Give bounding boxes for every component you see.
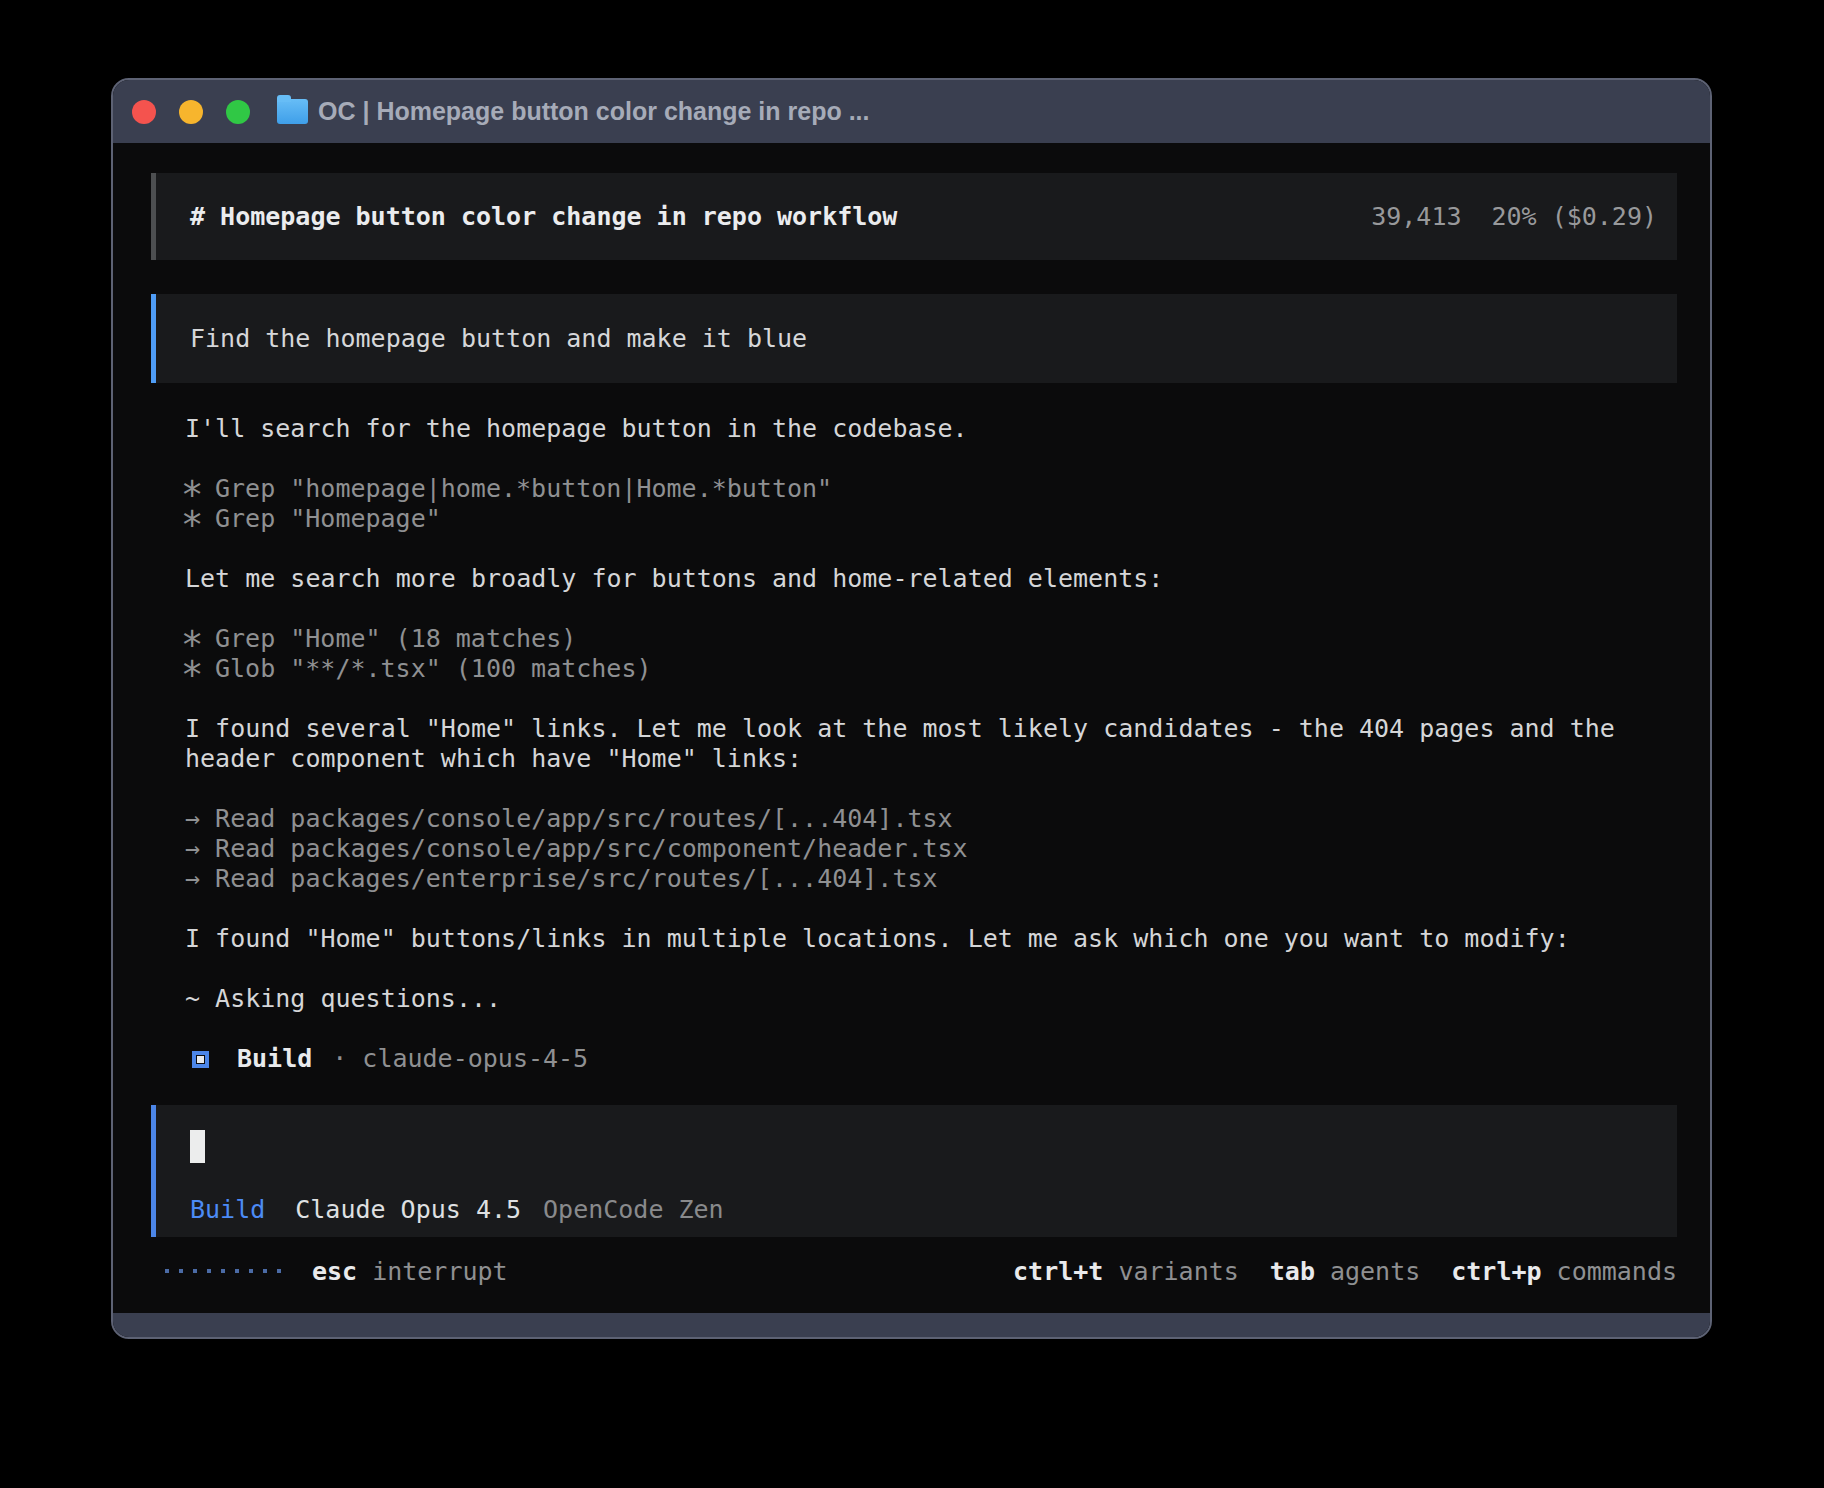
tool-call-grep: ∗Grep "Homepage" <box>185 504 1710 534</box>
assistant-text: I found "Home" buttons/links in multiple… <box>185 924 1710 954</box>
tool-call-glob: ∗Glob "**/*.tsx" (100 matches) <box>185 654 1710 684</box>
assistant-text: I found several "Home" links. Let me loo… <box>185 714 1710 744</box>
token-count: 39,413 <box>1371 202 1461 231</box>
spinner-dots <box>165 1269 281 1273</box>
esc-label: interrupt <box>372 1257 507 1286</box>
input-mode-label[interactable]: Build <box>190 1195 265 1225</box>
maximize-button[interactable] <box>226 100 250 124</box>
tool-call-grep: ∗Grep "homepage|home.*button|Home.*butto… <box>185 474 1710 504</box>
tool-call-read: → Read packages/console/app/src/componen… <box>185 834 1710 864</box>
tool-bullet-icon: ∗ <box>181 646 226 691</box>
hint-variants: ctrl+tvariants <box>1013 1257 1239 1286</box>
window-footer <box>113 1313 1710 1337</box>
input-provider-label: OpenCode Zen <box>543 1195 724 1225</box>
session-cost: ($0.29) <box>1552 202 1657 231</box>
status-asking: ~ Asking questions... <box>185 984 1710 1014</box>
session-header: # Homepage button color change in repo w… <box>151 173 1677 260</box>
minimize-button[interactable] <box>179 100 203 124</box>
input-model-label[interactable]: Claude Opus 4.5 <box>295 1195 521 1225</box>
session-stats: 39,413 20% ($0.29) <box>1371 202 1657 231</box>
hint-agents: tabagents <box>1270 1257 1420 1286</box>
agent-badge-icon <box>192 1051 209 1068</box>
close-button[interactable] <box>132 100 156 124</box>
user-message-text: Find the homepage button and make it blu… <box>190 324 807 353</box>
assistant-text: header component which have "Home" links… <box>185 744 1710 774</box>
agent-name: Build <box>237 1044 312 1074</box>
tool-call-grep: ∗Grep "Home" (18 matches) <box>185 624 1710 654</box>
hint-interrupt: esc interrupt <box>312 1257 508 1286</box>
window-title: OC | Homepage button color change in rep… <box>318 97 869 126</box>
window-titlebar[interactable]: OC | Homepage button color change in rep… <box>113 80 1710 143</box>
folder-icon <box>277 99 308 124</box>
user-message: Find the homepage button and make it blu… <box>151 294 1677 383</box>
agent-model: · claude-opus-4-5 <box>332 1044 588 1074</box>
tool-call-read: → Read packages/console/app/src/routes/[… <box>185 804 1710 834</box>
terminal-content: # Homepage button color change in repo w… <box>113 143 1710 1337</box>
session-title: # Homepage button color change in repo w… <box>190 202 897 231</box>
esc-key: esc <box>312 1257 357 1286</box>
terminal-window: OC | Homepage button color change in rep… <box>111 78 1712 1339</box>
assistant-text: I'll search for the homepage button in t… <box>185 414 1710 444</box>
hint-commands: ctrl+pcommands <box>1451 1257 1677 1286</box>
assistant-transcript: I'll search for the homepage button in t… <box>113 414 1710 1074</box>
tool-call-read: → Read packages/enterprise/src/routes/[.… <box>185 864 1710 894</box>
status-bar: esc interrupt ctrl+tvariants tabagents ct… <box>113 1256 1710 1286</box>
text-cursor <box>190 1130 205 1163</box>
prompt-input[interactable]: Build Claude Opus 4.5 OpenCode Zen <box>151 1105 1677 1237</box>
context-percent: 20% <box>1491 202 1536 231</box>
assistant-text: Let me search more broadly for buttons a… <box>185 564 1710 594</box>
tool-bullet-icon: ∗ <box>181 496 226 541</box>
